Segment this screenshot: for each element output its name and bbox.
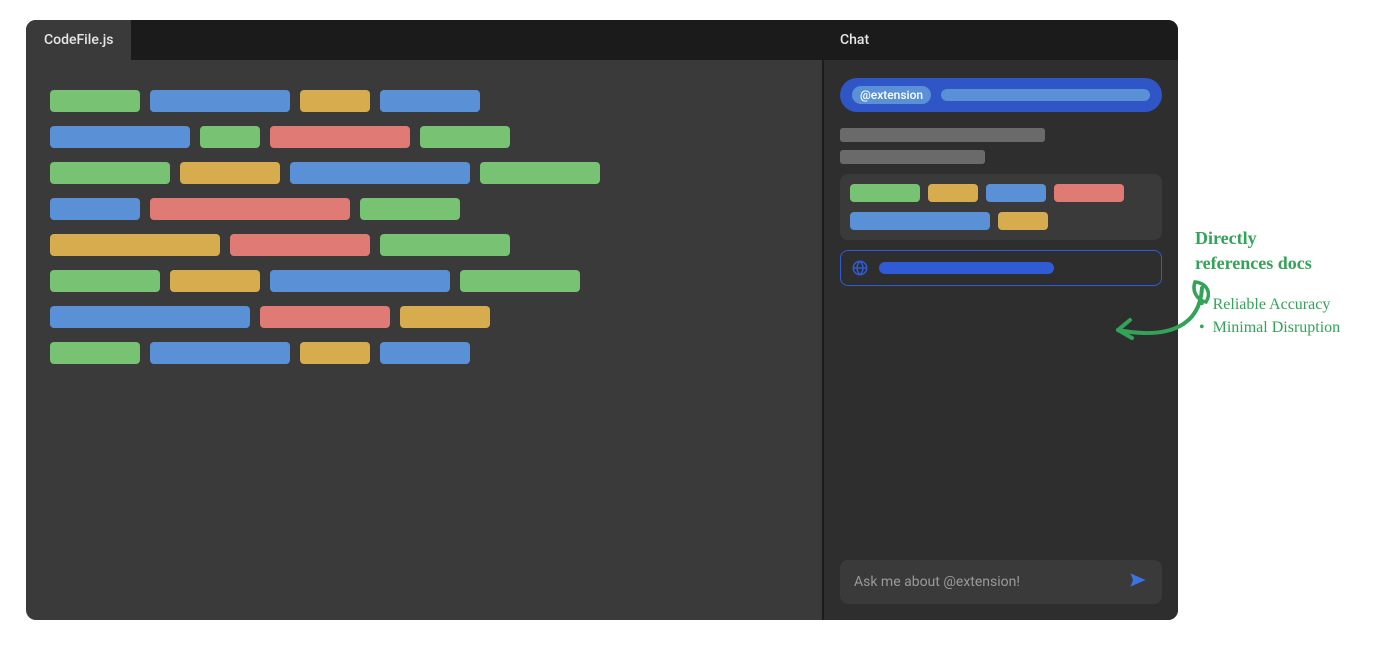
code-token	[460, 270, 580, 292]
editor-pane: CodeFile.js	[26, 20, 824, 620]
code-token	[928, 184, 978, 202]
code-token	[380, 342, 470, 364]
chat-title: Chat	[840, 32, 869, 48]
code-token	[850, 184, 920, 202]
code-token	[230, 234, 370, 256]
code-token	[1054, 184, 1124, 202]
code-token	[50, 234, 220, 256]
code-line	[50, 342, 798, 364]
reply-text-line	[840, 150, 985, 164]
chat-body: @extension	[824, 60, 1178, 546]
code-token	[150, 198, 350, 220]
editor-tab[interactable]: CodeFile.js	[26, 20, 131, 60]
annotation-headline: Directly references docs	[1195, 226, 1340, 276]
code-token	[986, 184, 1046, 202]
code-token	[260, 306, 390, 328]
code-token	[50, 342, 140, 364]
snippet-row	[850, 212, 1152, 230]
code-token	[50, 126, 190, 148]
code-token	[50, 306, 250, 328]
chat-input-placeholder: Ask me about @extension!	[854, 574, 1118, 590]
globe-icon	[851, 259, 869, 277]
code-line	[50, 198, 798, 220]
mention-badge: @extension	[852, 86, 931, 104]
annotation-bullets: Reliable AccuracyMinimal Disruption	[1195, 294, 1340, 339]
chat-header: Chat	[824, 20, 1178, 60]
code-token	[50, 270, 160, 292]
code-token	[290, 162, 470, 184]
reply-text-line	[840, 128, 1045, 142]
reply-text-lines	[840, 128, 1162, 164]
code-token	[170, 270, 260, 292]
code-token	[180, 162, 280, 184]
user-message-bar	[941, 89, 1150, 101]
code-lines	[50, 90, 798, 364]
code-token	[380, 90, 480, 112]
chat-input-area: Ask me about @extension!	[824, 546, 1178, 620]
code-token	[200, 126, 260, 148]
editor-body[interactable]	[26, 60, 822, 620]
annotation-headline-line1: Directly	[1195, 226, 1340, 251]
code-token	[998, 212, 1048, 230]
code-token	[850, 212, 990, 230]
annotation-headline-line2: references docs	[1195, 251, 1340, 276]
code-token	[50, 90, 140, 112]
editor-tab-label: CodeFile.js	[44, 32, 113, 48]
code-token	[400, 306, 490, 328]
code-line	[50, 234, 798, 256]
code-token	[50, 198, 140, 220]
code-token	[270, 126, 410, 148]
code-line	[50, 126, 798, 148]
assistant-reply	[840, 128, 1162, 286]
annotation-bullet: Minimal Disruption	[1199, 317, 1340, 339]
code-token	[150, 342, 290, 364]
reply-code-snippet	[840, 174, 1162, 240]
tab-bar: CodeFile.js	[26, 20, 822, 60]
snippet-row	[850, 184, 1152, 202]
code-line	[50, 90, 798, 112]
code-token	[270, 270, 450, 292]
code-token	[480, 162, 600, 184]
annotation: Directly references docs Reliable Accura…	[1195, 226, 1340, 339]
doc-reference-bar	[879, 262, 1054, 274]
code-line	[50, 162, 798, 184]
code-token	[380, 234, 510, 256]
doc-reference-link[interactable]	[840, 250, 1162, 286]
chat-input[interactable]: Ask me about @extension!	[840, 560, 1162, 604]
user-message-pill: @extension	[840, 78, 1162, 112]
chat-pane: Chat @extension	[824, 20, 1178, 620]
code-token	[420, 126, 510, 148]
code-token	[150, 90, 290, 112]
code-token	[300, 90, 370, 112]
code-token	[300, 342, 370, 364]
code-token	[50, 162, 170, 184]
ide-window: CodeFile.js Chat @extension	[26, 20, 1178, 620]
annotation-bullet: Reliable Accuracy	[1199, 294, 1340, 316]
code-token	[360, 198, 460, 220]
code-line	[50, 306, 798, 328]
code-line	[50, 270, 798, 292]
send-icon[interactable]	[1128, 570, 1148, 594]
